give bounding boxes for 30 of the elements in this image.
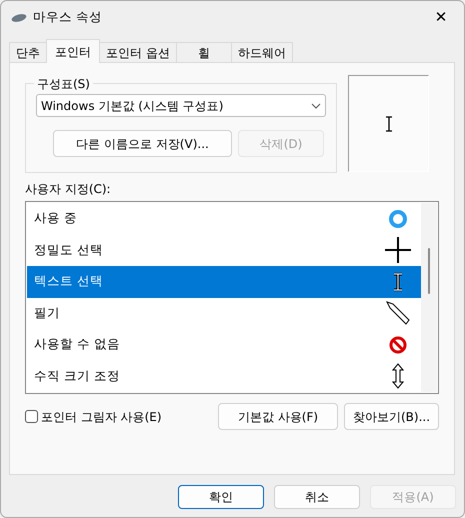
pointer-list-item[interactable]: 사용 중	[27, 203, 421, 234]
save-as-button[interactable]: 다른 이름으로 저장(V)...	[53, 130, 232, 157]
vertical-resize-icon	[392, 363, 404, 390]
pointer-list-item[interactable]: 텍스트 선택	[27, 266, 421, 298]
close-button[interactable]: ✕	[426, 6, 456, 28]
scrollbar[interactable]	[421, 203, 437, 392]
mouse-icon	[11, 12, 27, 23]
pointer-list-item[interactable]: 수직 크기 조정	[27, 360, 421, 392]
text-cursor-icon	[393, 272, 403, 291]
tab[interactable]: 하드웨어	[230, 42, 293, 63]
pen-icon	[386, 301, 410, 326]
no-sign-icon	[389, 336, 407, 354]
window-title: 마우스 속성	[33, 8, 103, 26]
shadow-checkbox[interactable]: 포인터 그림자 사용(E)	[25, 408, 218, 426]
button[interactable]: 찾아보기(B)...	[344, 403, 439, 430]
pointer-list-item[interactable]: 사용할 수 없음	[27, 329, 421, 360]
crosshair-icon	[385, 237, 411, 264]
ok-button[interactable]: 확인	[178, 485, 264, 509]
tab[interactable]: 포인터	[46, 39, 100, 63]
pointer-list-item[interactable]: 정밀도 선택	[27, 234, 421, 266]
scrollbar-thumb[interactable]	[428, 248, 430, 294]
busy-ring-icon	[388, 208, 408, 229]
tab[interactable]: 단추	[9, 42, 47, 63]
button[interactable]: 기본값 사용(F)	[218, 403, 338, 430]
text-cursor-icon	[384, 116, 392, 132]
customize-label: 사용자 지정(C):	[25, 181, 112, 198]
cancel-button[interactable]: 취소	[274, 485, 360, 509]
pointer-list-item[interactable]: 필기	[27, 298, 421, 329]
scheme-dropdown[interactable]: Windows 기본값 (시스템 구성표)	[36, 94, 326, 117]
chevron-down-icon	[311, 102, 321, 108]
